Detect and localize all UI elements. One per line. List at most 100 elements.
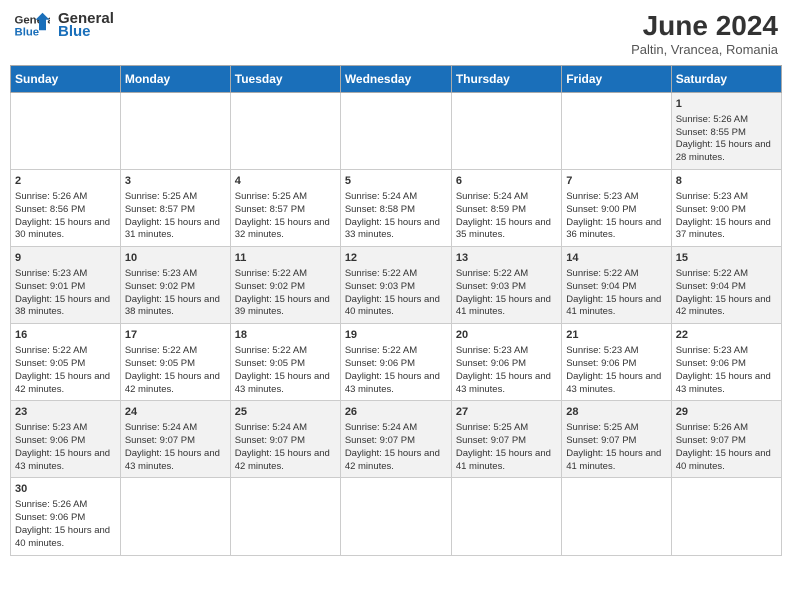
calendar-cell: 19Sunrise: 5:22 AM Sunset: 9:06 PM Dayli… (340, 324, 451, 401)
calendar-cell: 30 Sunrise: 5:26 AM Sunset: 9:06 PM Dayli… (11, 478, 121, 555)
day-number: 23 (15, 405, 116, 420)
day-number: 18 (235, 328, 336, 343)
day-info: Sunrise: 5:23 AM Sunset: 9:01 PM Dayligh… (15, 268, 116, 319)
day-number: 6 (456, 174, 557, 189)
header-sunday: Sunday (11, 66, 121, 93)
day-info: Sunrise: 5:24 AM Sunset: 8:58 PM Dayligh… (345, 191, 447, 242)
calendar-cell (671, 478, 781, 555)
svg-text:Blue: Blue (15, 27, 40, 39)
page-header: General Blue General Blue June 2024 Palt… (10, 10, 782, 57)
day-info: Sunrise: 5:25 AM Sunset: 9:07 PM Dayligh… (566, 422, 666, 473)
day-number: 26 (345, 405, 447, 420)
day-number: 27 (456, 405, 557, 420)
day-info: Sunrise: 5:23 AM Sunset: 9:06 PM Dayligh… (566, 345, 666, 396)
title-area: June 2024 Paltin, Vrancea, Romania (631, 10, 778, 57)
calendar-cell (340, 93, 451, 170)
calendar-cell: 6 Sunrise: 5:24 AM Sunset: 8:59 PM Daylig… (451, 170, 561, 247)
calendar-cell: 2Sunrise: 5:26 AM Sunset: 8:56 PM Daylig… (11, 170, 121, 247)
calendar-cell: 1 Sunrise: 5:26 AM Sunset: 8:55 PM Daylig… (671, 93, 781, 170)
day-number: 11 (235, 251, 336, 266)
day-number: 17 (125, 328, 226, 343)
day-info: Sunrise: 5:25 AM Sunset: 9:07 PM Dayligh… (456, 422, 557, 473)
calendar-cell: 3Sunrise: 5:25 AM Sunset: 8:57 PM Daylig… (120, 170, 230, 247)
day-info: Sunrise: 5:25 AM Sunset: 8:57 PM Dayligh… (235, 191, 336, 242)
day-number: 30 (15, 482, 116, 497)
day-number: 24 (125, 405, 226, 420)
day-number: 8 (676, 174, 777, 189)
day-info: Sunrise: 5:23 AM Sunset: 9:06 PM Dayligh… (15, 422, 116, 473)
header-tuesday: Tuesday (230, 66, 340, 93)
logo-icon: General Blue (14, 11, 50, 39)
calendar-cell: 23 Sunrise: 5:23 AM Sunset: 9:06 PM Dayli… (11, 401, 121, 478)
day-info: Sunrise: 5:22 AM Sunset: 9:05 PM Dayligh… (125, 345, 226, 396)
day-info: Sunrise: 5:23 AM Sunset: 9:00 PM Dayligh… (566, 191, 666, 242)
day-number: 12 (345, 251, 447, 266)
calendar-cell (11, 93, 121, 170)
calendar-cell: 25Sunrise: 5:24 AM Sunset: 9:07 PM Dayli… (230, 401, 340, 478)
calendar-cell: 4 Sunrise: 5:25 AM Sunset: 8:57 PM Daylig… (230, 170, 340, 247)
day-number: 4 (235, 174, 336, 189)
calendar-cell: 15Sunrise: 5:22 AM Sunset: 9:04 PM Dayli… (671, 247, 781, 324)
day-number: 29 (676, 405, 777, 420)
calendar-cell: 18 Sunrise: 5:22 AM Sunset: 9:05 PM Dayli… (230, 324, 340, 401)
calendar-cell: 21 Sunrise: 5:23 AM Sunset: 9:06 PM Dayli… (562, 324, 671, 401)
calendar-cell: 7 Sunrise: 5:23 AM Sunset: 9:00 PM Daylig… (562, 170, 671, 247)
calendar-cell (230, 93, 340, 170)
day-number: 16 (15, 328, 116, 343)
calendar-cell: 22Sunrise: 5:23 AM Sunset: 9:06 PM Dayli… (671, 324, 781, 401)
day-number: 15 (676, 251, 777, 266)
calendar-cell: 29 Sunrise: 5:26 AM Sunset: 9:07 PM Dayli… (671, 401, 781, 478)
header-monday: Monday (120, 66, 230, 93)
day-info: Sunrise: 5:24 AM Sunset: 8:59 PM Dayligh… (456, 191, 557, 242)
calendar-table: Sunday Monday Tuesday Wednesday Thursday… (10, 65, 782, 556)
day-number: 1 (676, 97, 777, 112)
day-info: Sunrise: 5:24 AM Sunset: 9:07 PM Dayligh… (345, 422, 447, 473)
calendar-cell: 5 Sunrise: 5:24 AM Sunset: 8:58 PM Daylig… (340, 170, 451, 247)
day-number: 3 (125, 174, 226, 189)
day-info: Sunrise: 5:22 AM Sunset: 9:03 PM Dayligh… (456, 268, 557, 319)
calendar-cell: 8 Sunrise: 5:23 AM Sunset: 9:00 PM Daylig… (671, 170, 781, 247)
day-number: 14 (566, 251, 666, 266)
calendar-cell (451, 93, 561, 170)
day-info: Sunrise: 5:22 AM Sunset: 9:03 PM Dayligh… (345, 268, 447, 319)
location-subtitle: Paltin, Vrancea, Romania (631, 42, 778, 57)
day-info: Sunrise: 5:24 AM Sunset: 9:07 PM Dayligh… (125, 422, 226, 473)
day-info: Sunrise: 5:26 AM Sunset: 9:07 PM Dayligh… (676, 422, 777, 473)
day-info: Sunrise: 5:22 AM Sunset: 9:02 PM Dayligh… (235, 268, 336, 319)
header-thursday: Thursday (451, 66, 561, 93)
day-info: Sunrise: 5:23 AM Sunset: 9:00 PM Dayligh… (676, 191, 777, 242)
calendar-cell (451, 478, 561, 555)
day-info: Sunrise: 5:23 AM Sunset: 9:06 PM Dayligh… (456, 345, 557, 396)
calendar-cell (340, 478, 451, 555)
header-saturday: Saturday (671, 66, 781, 93)
day-info: Sunrise: 5:23 AM Sunset: 9:06 PM Dayligh… (676, 345, 777, 396)
calendar-cell: 10Sunrise: 5:23 AM Sunset: 9:02 PM Dayli… (120, 247, 230, 324)
day-number: 20 (456, 328, 557, 343)
day-info: Sunrise: 5:26 AM Sunset: 8:55 PM Dayligh… (676, 114, 777, 165)
calendar-cell: 11 Sunrise: 5:22 AM Sunset: 9:02 PM Dayli… (230, 247, 340, 324)
day-number: 21 (566, 328, 666, 343)
day-info: Sunrise: 5:26 AM Sunset: 8:56 PM Dayligh… (15, 191, 116, 242)
day-number: 19 (345, 328, 447, 343)
logo-blue-text: Blue (58, 23, 114, 40)
day-number: 13 (456, 251, 557, 266)
day-info: Sunrise: 5:22 AM Sunset: 9:04 PM Dayligh… (566, 268, 666, 319)
day-number: 10 (125, 251, 226, 266)
day-info: Sunrise: 5:26 AM Sunset: 9:06 PM Dayligh… (15, 499, 116, 550)
day-number: 9 (15, 251, 116, 266)
month-title: June 2024 (631, 10, 778, 42)
calendar-cell (120, 478, 230, 555)
day-number: 5 (345, 174, 447, 189)
calendar-cell: 16Sunrise: 5:22 AM Sunset: 9:05 PM Dayli… (11, 324, 121, 401)
calendar-cell: 12 Sunrise: 5:22 AM Sunset: 9:03 PM Dayli… (340, 247, 451, 324)
calendar-cell (120, 93, 230, 170)
calendar-cell: 13 Sunrise: 5:22 AM Sunset: 9:03 PM Dayli… (451, 247, 561, 324)
day-number: 7 (566, 174, 666, 189)
calendar-cell: 9 Sunrise: 5:23 AM Sunset: 9:01 PM Daylig… (11, 247, 121, 324)
logo: General Blue General Blue (14, 10, 114, 40)
calendar-cell: 24 Sunrise: 5:24 AM Sunset: 9:07 PM Dayli… (120, 401, 230, 478)
day-info: Sunrise: 5:22 AM Sunset: 9:05 PM Dayligh… (235, 345, 336, 396)
header-friday: Friday (562, 66, 671, 93)
calendar-cell: 27 Sunrise: 5:25 AM Sunset: 9:07 PM Dayli… (451, 401, 561, 478)
calendar-header-row: Sunday Monday Tuesday Wednesday Thursday… (11, 66, 782, 93)
